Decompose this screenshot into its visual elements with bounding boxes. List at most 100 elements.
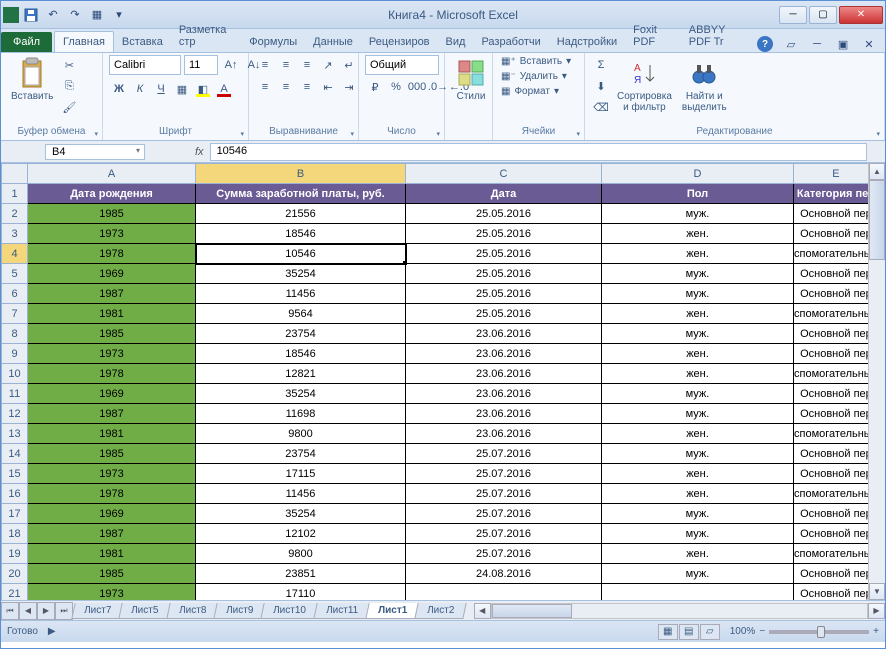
cell-D9[interactable]: жен. — [602, 344, 794, 364]
zoom-thumb[interactable] — [817, 626, 825, 638]
hscroll-left-icon[interactable]: ◀ — [474, 603, 491, 619]
cell-D8[interactable]: муж. — [602, 324, 794, 344]
cell-C5[interactable]: 25.05.2016 — [406, 264, 602, 284]
ribbon-tab-5[interactable]: Рецензиров — [361, 32, 438, 52]
cell-B14[interactable]: 23754 — [196, 444, 406, 464]
row-header-3[interactable]: 3 — [2, 224, 28, 244]
align-center-icon[interactable]: ≡ — [276, 77, 296, 97]
cell-A21[interactable]: 1973 — [28, 584, 196, 601]
cell-D20[interactable]: муж. — [602, 564, 794, 584]
cell-B8[interactable]: 23754 — [196, 324, 406, 344]
underline-icon[interactable]: Ч — [151, 79, 171, 99]
row-header-20[interactable]: 20 — [2, 564, 28, 584]
cell-B6[interactable]: 11456 — [196, 284, 406, 304]
cell-D3[interactable]: жен. — [602, 224, 794, 244]
sheet-tab-Лист9[interactable]: Лист9 — [213, 603, 266, 619]
cell-D14[interactable]: муж. — [602, 444, 794, 464]
cell-C19[interactable]: 25.07.2016 — [406, 544, 602, 564]
formula-input[interactable]: 10546 — [210, 143, 867, 161]
sheet-tab-Лист8[interactable]: Лист8 — [166, 603, 219, 619]
save-icon[interactable] — [23, 7, 39, 23]
cell-D2[interactable]: муж. — [602, 204, 794, 224]
cell-C8[interactable]: 23.06.2016 — [406, 324, 602, 344]
cell-E6[interactable]: Основной пер — [794, 284, 879, 304]
horizontal-scrollbar[interactable] — [491, 603, 868, 619]
help-icon[interactable]: ? — [757, 36, 773, 52]
cell-D19[interactable]: жен. — [602, 544, 794, 564]
cell-A18[interactable]: 1987 — [28, 524, 196, 544]
percent-icon[interactable]: % — [386, 77, 406, 97]
cell-E4[interactable]: спомогательный — [794, 244, 879, 264]
row-header-4[interactable]: 4 — [2, 244, 28, 264]
table-header-cell[interactable]: Категория пер — [794, 184, 879, 204]
cell-C13[interactable]: 23.06.2016 — [406, 424, 602, 444]
sheet-tab-Лист7[interactable]: Лист7 — [71, 603, 124, 619]
decrease-indent-icon[interactable]: ⇤ — [318, 77, 338, 97]
ribbon-tab-10[interactable]: ABBYY PDF Tr — [681, 20, 757, 52]
font-color-icon[interactable]: A — [214, 79, 234, 99]
row-header-15[interactable]: 15 — [2, 464, 28, 484]
cell-D13[interactable]: жен. — [602, 424, 794, 444]
table-header-cell[interactable]: Дата рождения — [28, 184, 196, 204]
delete-cells-button[interactable]: ▦⁻Удалить ▾ — [499, 70, 569, 83]
cell-D10[interactable]: жен. — [602, 364, 794, 384]
table-header-cell[interactable]: Пол — [602, 184, 794, 204]
cell-B17[interactable]: 35254 — [196, 504, 406, 524]
cell-C4[interactable]: 25.05.2016 — [406, 244, 602, 264]
qat-dropdown-icon[interactable]: ▾ — [111, 7, 127, 23]
align-middle-icon[interactable]: ≡ — [276, 55, 296, 75]
styles-button[interactable]: Стили — [451, 55, 491, 104]
comma-icon[interactable]: 000 — [407, 77, 427, 97]
cell-D15[interactable]: жен. — [602, 464, 794, 484]
cell-E8[interactable]: Основной пер — [794, 324, 879, 344]
cell-B10[interactable]: 12821 — [196, 364, 406, 384]
cell-C12[interactable]: 23.06.2016 — [406, 404, 602, 424]
row-header-1[interactable]: 1 — [2, 184, 28, 204]
zoom-in-icon[interactable]: + — [873, 626, 879, 637]
cell-A2[interactable]: 1985 — [28, 204, 196, 224]
cell-D21[interactable] — [602, 584, 794, 601]
name-box[interactable]: B4 — [45, 144, 145, 160]
macro-record-icon[interactable]: ▶ — [48, 626, 56, 637]
ribbon-tab-7[interactable]: Разработчи — [473, 32, 548, 52]
align-bottom-icon[interactable]: ≡ — [297, 55, 317, 75]
ribbon-minimize-icon[interactable]: ▱ — [783, 36, 799, 52]
doc-restore-icon[interactable]: ▣ — [835, 36, 851, 52]
cell-A14[interactable]: 1985 — [28, 444, 196, 464]
copy-icon[interactable]: ⎘ — [59, 76, 79, 96]
cell-E14[interactable]: Основной пер — [794, 444, 879, 464]
cell-A12[interactable]: 1987 — [28, 404, 196, 424]
zoom-slider[interactable] — [769, 630, 869, 634]
select-all-corner[interactable] — [2, 164, 28, 184]
vscroll-thumb[interactable] — [869, 180, 885, 260]
increase-font-icon[interactable]: A↑ — [221, 55, 241, 75]
cell-C9[interactable]: 23.06.2016 — [406, 344, 602, 364]
cell-C3[interactable]: 25.05.2016 — [406, 224, 602, 244]
cell-E2[interactable]: Основной пер — [794, 204, 879, 224]
cell-E11[interactable]: Основной пер — [794, 384, 879, 404]
vertical-scrollbar[interactable]: ▲ ▼ — [868, 163, 885, 600]
cell-A11[interactable]: 1969 — [28, 384, 196, 404]
ribbon-tab-1[interactable]: Вставка — [114, 32, 171, 52]
minimize-button[interactable]: ─ — [779, 6, 807, 24]
cell-E13[interactable]: спомогательный — [794, 424, 879, 444]
font-size-select[interactable] — [184, 55, 218, 75]
cell-B12[interactable]: 11698 — [196, 404, 406, 424]
ribbon-tab-9[interactable]: Foxit PDF — [625, 20, 681, 52]
cell-B18[interactable]: 12102 — [196, 524, 406, 544]
cell-A5[interactable]: 1969 — [28, 264, 196, 284]
row-header-7[interactable]: 7 — [2, 304, 28, 324]
doc-minimize-icon[interactable]: ─ — [809, 36, 825, 52]
currency-icon[interactable]: ₽ — [365, 77, 385, 97]
italic-icon[interactable]: К — [130, 79, 150, 99]
cell-D7[interactable]: жен. — [602, 304, 794, 324]
row-header-14[interactable]: 14 — [2, 444, 28, 464]
sheet-tab-Лист11[interactable]: Лист11 — [313, 603, 371, 619]
cell-E10[interactable]: спомогательный — [794, 364, 879, 384]
ribbon-tab-2[interactable]: Разметка стр — [171, 20, 241, 52]
sheet-nav-last-icon[interactable]: ⏭ — [55, 602, 73, 620]
excel-icon[interactable] — [3, 7, 19, 23]
cell-C16[interactable]: 25.07.2016 — [406, 484, 602, 504]
cell-B7[interactable]: 9564 — [196, 304, 406, 324]
cell-C6[interactable]: 25.05.2016 — [406, 284, 602, 304]
